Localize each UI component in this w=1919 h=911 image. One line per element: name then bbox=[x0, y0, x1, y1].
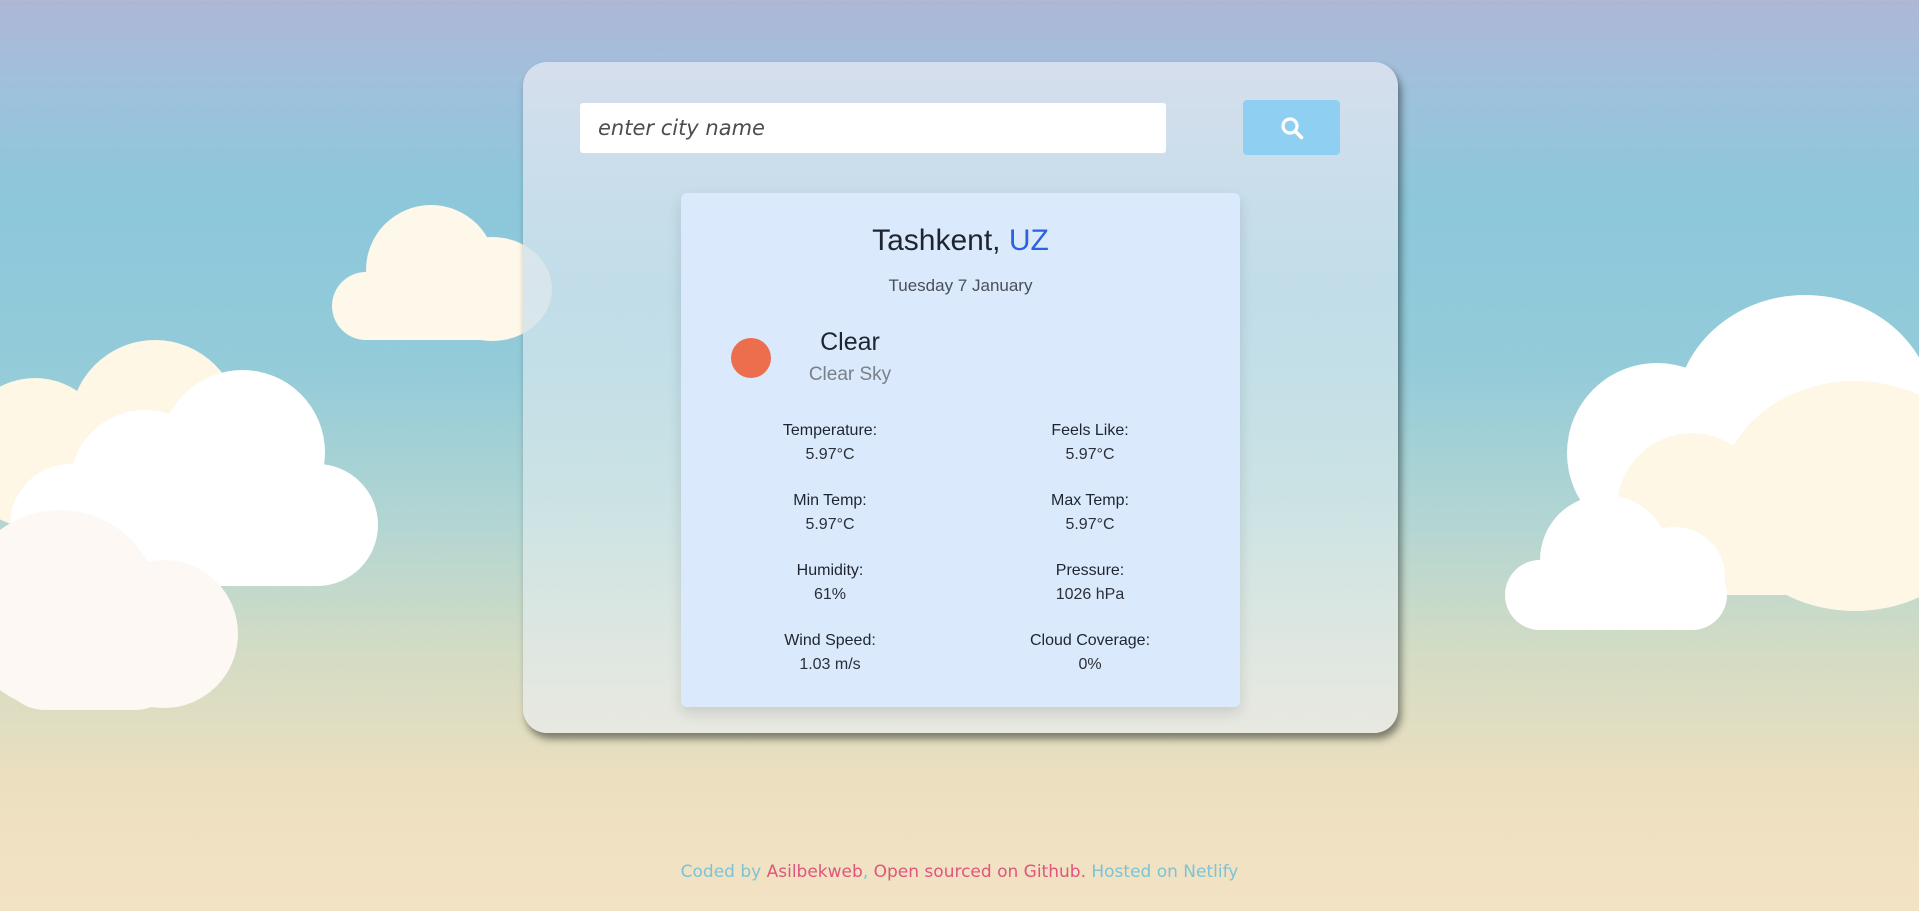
search-icon bbox=[1280, 116, 1304, 140]
footer: Coded by Asilbekweb, Open sourced on Git… bbox=[0, 862, 1919, 882]
stat-label: Temperature: bbox=[782, 422, 878, 439]
sun-icon bbox=[731, 338, 771, 378]
stat-value: 0% bbox=[1078, 656, 1102, 673]
stat-cloud-coverage: Cloud Coverage: 0% bbox=[990, 629, 1190, 677]
github-link[interactable]: Open sourced on Github. bbox=[874, 862, 1086, 882]
current-date: Tuesday 7 January bbox=[888, 276, 1033, 295]
stat-value: 5.97°C bbox=[1065, 516, 1115, 533]
author-link[interactable]: Asilbekweb bbox=[767, 862, 863, 882]
stat-label: Min Temp: bbox=[793, 492, 867, 509]
cloud-decoration bbox=[1505, 295, 1919, 630]
stat-max-temp: Max Temp: 5.97°C bbox=[990, 489, 1190, 537]
city-title: Tashkent, UZ bbox=[681, 224, 1240, 258]
stat-feels-like: Feels Like: 5.97°C bbox=[990, 419, 1190, 467]
stat-temperature: Temperature: 5.97°C bbox=[730, 419, 930, 467]
stat-value: 1026 hPa bbox=[1055, 586, 1125, 603]
stat-label: Feels Like: bbox=[1051, 422, 1129, 439]
stat-value: 1.03 m/s bbox=[799, 656, 861, 673]
stat-pressure: Pressure: 1026 hPa bbox=[990, 559, 1190, 607]
stat-wind-speed: Wind Speed: 1.03 m/s bbox=[730, 629, 930, 677]
stat-value: 61% bbox=[813, 586, 847, 603]
country-code: UZ bbox=[1008, 224, 1049, 257]
stat-humidity: Humidity: 61% bbox=[730, 559, 930, 607]
cloud-decoration bbox=[0, 340, 380, 710]
stat-min-temp: Min Temp: 5.97°C bbox=[730, 489, 930, 537]
stat-label: Humidity: bbox=[796, 562, 864, 579]
cloud-decoration bbox=[332, 205, 552, 341]
stat-label: Max Temp: bbox=[1051, 492, 1129, 509]
netlify-link[interactable]: Hosted on Netlify bbox=[1086, 862, 1238, 882]
stat-value: 5.97°C bbox=[805, 516, 855, 533]
weather-description: Clear Sky bbox=[808, 364, 892, 385]
city-search-input[interactable] bbox=[580, 103, 1166, 153]
stat-value: 5.97°C bbox=[805, 446, 855, 463]
stat-label: Pressure: bbox=[1055, 562, 1125, 579]
search-button[interactable] bbox=[1243, 100, 1340, 155]
stat-value: 5.97°C bbox=[1065, 446, 1115, 463]
city-name: Tashkent, bbox=[872, 224, 1001, 257]
stat-label: Cloud Coverage: bbox=[1029, 632, 1151, 649]
weather-condition: Clear bbox=[820, 328, 880, 356]
stat-label: Wind Speed: bbox=[784, 632, 876, 649]
footer-separator: , bbox=[862, 862, 874, 882]
footer-prefix: Coded by bbox=[680, 862, 767, 882]
